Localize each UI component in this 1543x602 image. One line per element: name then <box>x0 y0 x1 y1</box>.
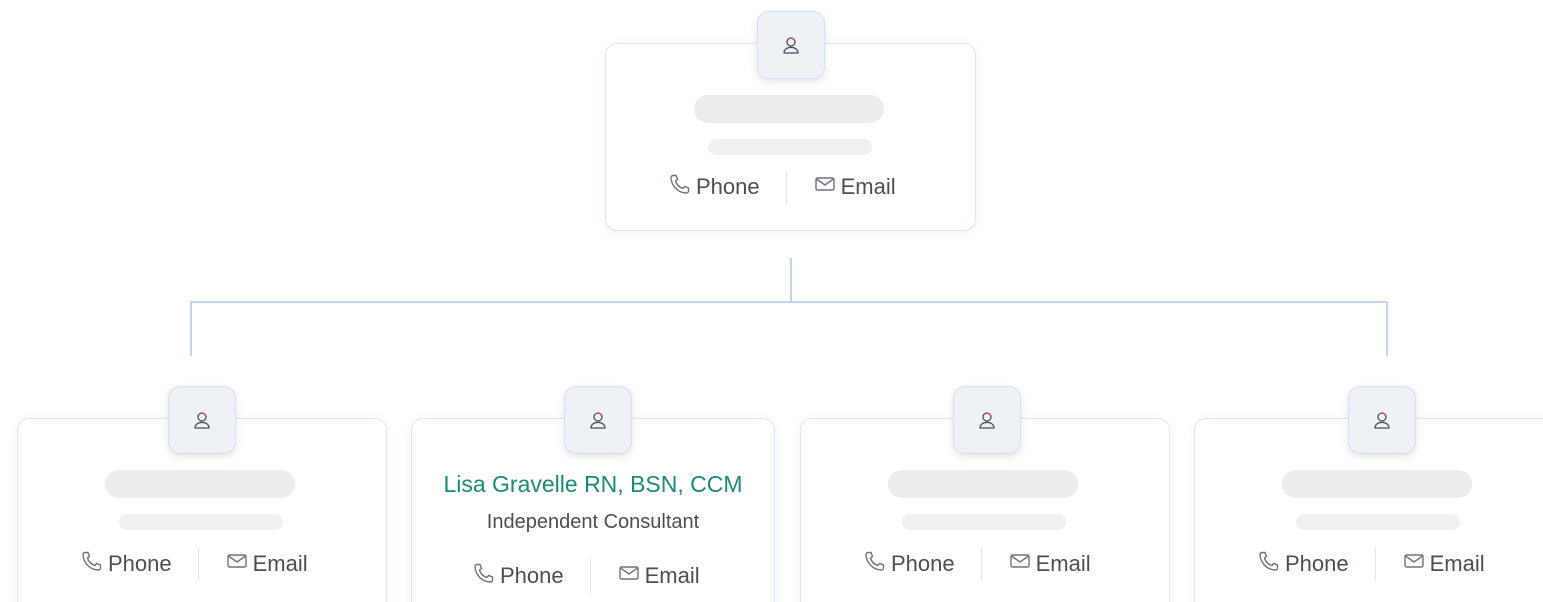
avatar-child-1 <box>168 386 236 454</box>
title-placeholder <box>902 514 1066 530</box>
phone-label: Phone <box>500 563 564 588</box>
email-label: Email <box>252 551 308 576</box>
org-chart: Phone Email Phone Email Lisa Gravelle RN… <box>0 0 1543 602</box>
email-button[interactable]: Email <box>225 549 308 579</box>
email-label: Email <box>644 563 700 588</box>
avatar-child-3 <box>953 386 1021 454</box>
envelope-icon <box>617 561 641 591</box>
phone-icon <box>668 172 692 202</box>
phone-label: Phone <box>108 551 172 576</box>
contact-row: Phone Email <box>668 170 896 204</box>
phone-button[interactable]: Phone <box>863 549 955 579</box>
phone-icon <box>863 549 887 579</box>
user-avatar-icon <box>590 412 606 429</box>
user-avatar-icon <box>194 412 210 429</box>
avatar-child-4 <box>1348 386 1416 454</box>
contact-divider <box>1374 547 1376 581</box>
user-avatar-icon <box>979 412 995 429</box>
envelope-icon <box>813 172 837 202</box>
phone-button[interactable]: Phone <box>668 172 760 202</box>
contact-row: Phone Email <box>1257 547 1485 581</box>
connector-horizontal <box>191 301 1388 303</box>
phone-button[interactable]: Phone <box>80 549 172 579</box>
phone-icon <box>472 561 496 591</box>
phone-button[interactable]: Phone <box>1257 549 1349 579</box>
contact-divider <box>589 559 591 593</box>
phone-label: Phone <box>1285 551 1349 576</box>
connector-vertical-top <box>790 258 792 302</box>
phone-button[interactable]: Phone <box>472 561 564 591</box>
envelope-icon <box>225 549 249 579</box>
name-placeholder <box>1282 470 1472 498</box>
name-placeholder <box>694 95 884 123</box>
contact-row: Phone Email <box>863 547 1091 581</box>
name-placeholder <box>888 470 1078 498</box>
phone-label: Phone <box>696 174 760 199</box>
contact-divider <box>197 547 199 581</box>
email-button[interactable]: Email <box>1402 549 1485 579</box>
title-placeholder <box>119 514 283 530</box>
phone-icon <box>1257 549 1281 579</box>
title-placeholder <box>708 139 872 155</box>
email-button[interactable]: Email <box>813 172 896 202</box>
name-placeholder <box>105 470 295 498</box>
envelope-icon <box>1402 549 1426 579</box>
avatar-top <box>757 11 825 79</box>
contact-row: Phone Email <box>80 547 308 581</box>
person-name[interactable]: Lisa Gravelle RN, BSN, CCM <box>412 471 774 498</box>
contact-divider <box>980 547 982 581</box>
envelope-icon <box>1008 549 1032 579</box>
email-label: Email <box>1035 551 1091 576</box>
person-role: Independent Consultant <box>486 511 700 533</box>
phone-icon <box>80 549 104 579</box>
user-avatar-icon <box>783 37 799 54</box>
phone-label: Phone <box>891 551 955 576</box>
connector-left-drop <box>190 301 192 356</box>
email-button[interactable]: Email <box>617 561 700 591</box>
avatar-child-2 <box>564 386 632 454</box>
connector-right-drop <box>1386 301 1388 356</box>
title-placeholder <box>1296 514 1460 530</box>
contact-divider <box>785 170 787 204</box>
email-label: Email <box>1429 551 1485 576</box>
email-label: Email <box>840 174 896 199</box>
user-avatar-icon <box>1374 412 1390 429</box>
email-button[interactable]: Email <box>1008 549 1091 579</box>
contact-row: Phone Email <box>472 559 700 593</box>
